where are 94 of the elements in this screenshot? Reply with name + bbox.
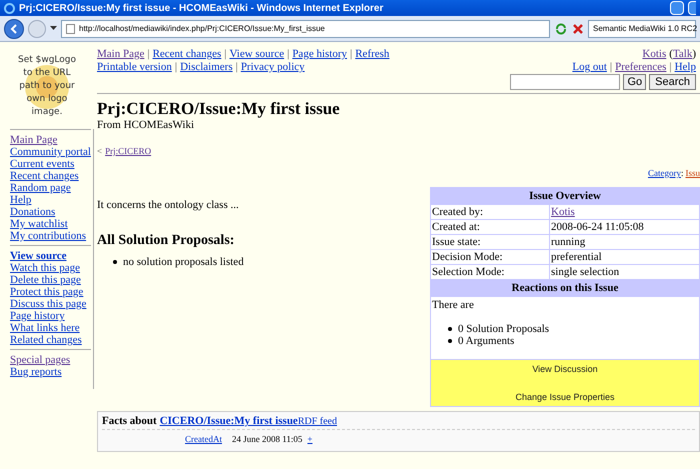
infobox-link[interactable]: Kotis — [551, 206, 575, 218]
separator: | — [223, 48, 228, 60]
list-item: 0 Solution Proposals — [458, 323, 550, 335]
window-title: Prj:CICERO/Issue:My first issue - HCOMEasWiki - Windows Internet Explorer — [19, 2, 384, 16]
bullet — [448, 339, 452, 343]
infobox-label: Created at: — [431, 220, 549, 234]
browser-icon — [4, 2, 15, 14]
plus-link[interactable]: + — [307, 433, 312, 445]
property-value: 24 June 2008 11:05 — [232, 433, 304, 445]
section-heading: All Solution Proposals: — [97, 233, 236, 249]
bullet — [448, 327, 452, 331]
separator: | — [608, 61, 614, 73]
page-title: Prj:CICERO/Issue:My first issue — [97, 99, 341, 119]
infobox-value: preferential — [551, 251, 602, 263]
sidebar-link[interactable]: Bug reports — [10, 366, 91, 378]
sidebar-link[interactable]: What links here — [10, 322, 91, 334]
sidebar-link[interactable]: Donations — [10, 206, 91, 218]
nav-link[interactable]: Recent changes — [152, 48, 222, 60]
logo: Set $wgLogo to the URL path to your own logo image. — [16, 54, 78, 119]
sidebar-link[interactable]: Random page — [10, 182, 91, 194]
infobox-value: 2008-06-24 11:05:08 — [551, 221, 644, 233]
sidebar-link[interactable]: Main Page — [10, 134, 91, 146]
sidebar-link[interactable]: Current events — [10, 158, 91, 170]
action-link[interactable]: View Discussion — [532, 363, 598, 375]
user-link[interactable]: Kotis — [642, 48, 666, 60]
open-paren: ( — [668, 48, 673, 60]
property-link[interactable]: CreatedAt — [185, 433, 222, 445]
refresh-icon[interactable] — [554, 22, 568, 36]
bullet — [113, 260, 117, 264]
nav-link[interactable]: Privacy policy — [240, 61, 305, 73]
close-paren: ) — [692, 48, 696, 60]
separator: | — [286, 48, 290, 60]
sidebar-link[interactable]: Community portal — [10, 146, 91, 158]
sidebar-link[interactable]: Special pages — [10, 354, 91, 366]
subject-link[interactable]: CICERO/Issue:My first issue — [160, 415, 298, 427]
nav-link[interactable]: Printable version — [97, 61, 172, 73]
page-subtitle: From HCOMEasWiki — [97, 119, 196, 131]
separator: | — [349, 48, 354, 60]
sidebar-link[interactable]: Related changes — [10, 334, 91, 346]
nav-link[interactable]: Refresh — [355, 48, 390, 60]
sidebar-link[interactable]: View source — [10, 250, 91, 262]
infobox-header: Issue Overview — [528, 189, 602, 204]
action-link[interactable]: Change Issue Properties — [515, 391, 615, 403]
dropdown-icon[interactable] — [50, 26, 57, 31]
page-icon — [66, 24, 75, 34]
infobox-value: single selection — [551, 266, 620, 278]
separator: | — [174, 61, 178, 73]
search-provider-field[interactable]: Semantic MediaWiki 1.0 RC2 — [588, 20, 696, 38]
user-link[interactable]: Log out — [572, 61, 607, 73]
arrow-left-icon — [9, 24, 19, 34]
sidebar-link[interactable]: Recent changes — [10, 170, 91, 182]
list-item: 0 Arguments — [458, 335, 514, 347]
separator: | — [234, 61, 239, 73]
infobox-label: Selection Mode: — [431, 265, 549, 279]
sidebar-link[interactable]: Protect this page — [10, 286, 91, 298]
maximize-button[interactable] — [688, 1, 696, 15]
facts-title: Facts about — [102, 415, 158, 427]
sidebar-link[interactable]: My watchlist — [10, 218, 91, 230]
list-item: no solution proposals listed — [123, 256, 244, 268]
nav-link[interactable]: Disclaimers — [180, 61, 233, 73]
infobox-label: Decision Mode: — [431, 250, 549, 264]
talk-link[interactable]: Talk — [672, 48, 692, 60]
reactions-intro: There are — [432, 299, 475, 311]
sidebar-link[interactable]: Page history — [10, 310, 91, 322]
colon: : — [680, 167, 684, 179]
separator: | — [146, 48, 151, 60]
search-field[interactable] — [510, 74, 620, 90]
infobox-value: running — [551, 236, 586, 248]
sidebar-link[interactable]: Discuss this page — [10, 298, 91, 310]
rdf-feed-link[interactable]: RDF feed — [298, 416, 337, 428]
infobox-label: Created by: — [431, 205, 549, 219]
minimize-button[interactable] — [670, 1, 684, 15]
sidebar-link[interactable]: Delete this page — [10, 274, 91, 286]
nav-link[interactable]: Page history — [292, 48, 348, 60]
infobox-label: Issue state: — [431, 235, 549, 249]
user-link[interactable]: Preferences — [615, 61, 666, 73]
nav-link[interactable]: Main Page — [97, 48, 144, 60]
stop-icon[interactable] — [572, 22, 584, 34]
sidebar-link[interactable]: Watch this page — [10, 262, 91, 274]
address-field[interactable]: http://localhost/mediawiki/index.php/Prj:CICERO/Issue:My_first_issue — [61, 20, 550, 38]
breadcrumb-link[interactable]: Prj:CICERO — [105, 145, 152, 157]
category-heading-link[interactable]: Category — [648, 167, 681, 179]
user-link[interactable]: Help — [674, 61, 696, 73]
breadcrumb-marker: < — [97, 145, 104, 157]
search-button[interactable]: Search — [649, 74, 696, 90]
go-button[interactable]: Go — [623, 74, 646, 90]
intro-text: It concerns the ontology class ... — [97, 199, 240, 211]
sidebar-link[interactable]: Help — [10, 194, 91, 206]
sidebar-link[interactable]: My contributions — [10, 230, 91, 242]
nav-link[interactable]: View source — [229, 48, 284, 60]
infobox-header: Reactions on this Issue — [510, 281, 620, 296]
back-button[interactable] — [4, 18, 24, 38]
separator: | — [668, 61, 673, 73]
issue-category-link[interactable]: Issu — [683, 167, 700, 179]
